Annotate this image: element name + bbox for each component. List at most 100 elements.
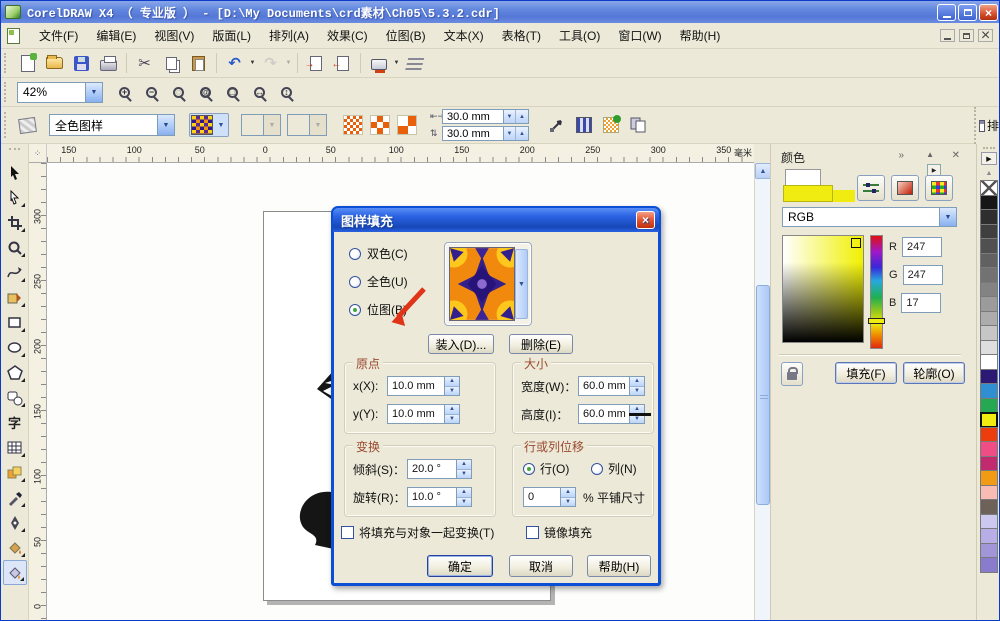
menu-item[interactable]: 帮助(H): [671, 24, 730, 47]
palette-swatch[interactable]: [980, 397, 998, 413]
color-sliders-icon[interactable]: [857, 175, 885, 201]
polygon-tool[interactable]: [3, 360, 27, 385]
origin-y-field[interactable]: 10.0 mm: [387, 404, 445, 424]
menu-item[interactable]: 文本(X): [435, 24, 493, 47]
checkbox-icon[interactable]: [341, 526, 354, 539]
undo-dropdown-arrow[interactable]: ▼: [248, 51, 257, 75]
blend-tool[interactable]: [3, 460, 27, 485]
smart-fill-tool[interactable]: [3, 285, 27, 310]
mdi-restore-button[interactable]: [959, 29, 974, 42]
lock-icon[interactable]: [781, 362, 803, 386]
ellipse-tool[interactable]: [3, 335, 27, 360]
scroll-up-icon[interactable]: ▲: [755, 163, 771, 179]
zoom-height-icon[interactable]: ↕: [273, 80, 300, 104]
menu-item[interactable]: 位图(B): [377, 24, 435, 47]
palette-swatch[interactable]: [980, 310, 998, 326]
palette-swatch[interactable]: [980, 513, 998, 529]
palette-swatch[interactable]: [980, 252, 998, 268]
text-tool[interactable]: 字: [3, 410, 27, 435]
scrollbar-thumb[interactable]: [756, 285, 770, 505]
red-channel-field[interactable]: 247: [901, 237, 942, 257]
zoom-page-icon[interactable]: □: [219, 80, 246, 104]
palette-swatch[interactable]: [980, 528, 998, 544]
apply-fill-button[interactable]: 填充(F): [835, 362, 897, 384]
pattern-picker-combo[interactable]: ▼: [189, 113, 229, 137]
pick-tool[interactable]: [3, 160, 27, 185]
transform-with-object-checkbox-row[interactable]: 将填充与对象一起变换(T): [341, 524, 494, 541]
rotate-field[interactable]: 10.0 °: [407, 487, 457, 507]
transform-fill-icon[interactable]: [543, 113, 570, 137]
mdi-close-button[interactable]: ×: [978, 27, 993, 44]
menu-item[interactable]: 编辑(E): [87, 24, 145, 47]
hue-slider[interactable]: [868, 235, 885, 349]
paste-icon[interactable]: [185, 51, 212, 75]
import-icon[interactable]: [302, 51, 329, 75]
interactive-fill-tool[interactable]: [2, 560, 27, 585]
palette-swatch[interactable]: [980, 412, 998, 428]
offset-spinner[interactable]: ▲ ▼: [561, 487, 576, 507]
palette-swatch[interactable]: [980, 281, 998, 297]
palette-flyout-icon[interactable]: ▶: [981, 152, 997, 165]
vertical-scrollbar[interactable]: ▲: [754, 163, 771, 620]
application-launcher-icon[interactable]: [365, 51, 392, 75]
minimize-button[interactable]: [937, 4, 956, 21]
palette-swatch[interactable]: [980, 484, 998, 500]
radio-selected-icon[interactable]: [523, 462, 535, 475]
dialog-close-icon[interactable]: ×: [636, 211, 655, 229]
blue-channel-field[interactable]: 17: [901, 293, 942, 313]
palette-swatch[interactable]: [980, 455, 998, 471]
toolbar-grip[interactable]: [4, 112, 11, 138]
checkbox-icon[interactable]: [526, 526, 539, 539]
row-radio-row[interactable]: 行(O): [523, 460, 569, 477]
basic-shapes-tool[interactable]: [3, 385, 27, 410]
width-spinner[interactable]: ▲ ▼: [630, 376, 645, 396]
cut-icon[interactable]: ✂: [131, 51, 158, 75]
palette-swatch[interactable]: [980, 194, 998, 210]
width-field[interactable]: 60.0 mm: [578, 376, 630, 396]
color-palettes-icon[interactable]: [925, 175, 953, 201]
palette-grip[interactable]: [983, 147, 995, 151]
color-viewers-icon[interactable]: [891, 175, 919, 201]
color-picker-area[interactable]: [782, 235, 864, 343]
toolbox-grip[interactable]: [9, 148, 20, 158]
ruler-origin-button[interactable]: ⁘: [29, 144, 47, 163]
palette-swatch[interactable]: [980, 354, 998, 370]
zoom-all-icon[interactable]: @: [192, 80, 219, 104]
load-button[interactable]: 装入(D)...: [428, 334, 494, 354]
crop-tool[interactable]: [3, 210, 27, 235]
zoom-tool[interactable]: [3, 235, 27, 260]
application-launcher-dropdown-arrow[interactable]: ▼: [392, 51, 401, 75]
welcome-screen-icon[interactable]: [401, 51, 428, 75]
palette-scroll-up-icon[interactable]: ▲: [980, 167, 998, 179]
palette-swatch[interactable]: [980, 238, 998, 254]
menu-item[interactable]: 版面(L): [203, 24, 260, 47]
palette-swatch[interactable]: [980, 383, 998, 399]
chevron-down-icon[interactable]: ▼: [214, 114, 228, 136]
toolbar-grip[interactable]: [4, 53, 11, 73]
height-field[interactable]: 60.0 mm: [578, 404, 630, 424]
print-icon[interactable]: [95, 51, 122, 75]
menu-item[interactable]: 视图(V): [145, 24, 203, 47]
pattern-preview-dropdown[interactable]: ▼: [515, 249, 528, 319]
chevron-down-icon[interactable]: ▼: [85, 82, 102, 102]
open-icon[interactable]: [41, 51, 68, 75]
origin-x-field[interactable]: 10.0 mm: [387, 376, 445, 396]
green-channel-field[interactable]: 247: [902, 265, 943, 285]
save-icon[interactable]: [68, 51, 95, 75]
two-color-radio-row[interactable]: 双色(C): [349, 245, 408, 262]
export-icon[interactable]: [329, 51, 356, 75]
stripes-icon[interactable]: [570, 113, 597, 137]
large-tile-icon[interactable]: [393, 113, 420, 137]
palette-swatch[interactable]: [980, 441, 998, 457]
color-picker-selector[interactable]: [851, 238, 861, 248]
palette-swatch[interactable]: [980, 223, 998, 239]
zoom-width-icon[interactable]: ↔: [246, 80, 273, 104]
small-tile-icon[interactable]: [339, 113, 366, 137]
palette-swatch[interactable]: [980, 557, 998, 573]
bitmap-radio-row[interactable]: 位图(B): [349, 301, 407, 318]
docker-collapse-icon[interactable]: ▲: [926, 150, 934, 159]
hue-slider-indicator[interactable]: [868, 318, 885, 324]
palette-swatch[interactable]: [980, 368, 998, 384]
chevron-down-icon[interactable]: ▼: [157, 115, 174, 135]
radio-icon[interactable]: [349, 247, 361, 260]
